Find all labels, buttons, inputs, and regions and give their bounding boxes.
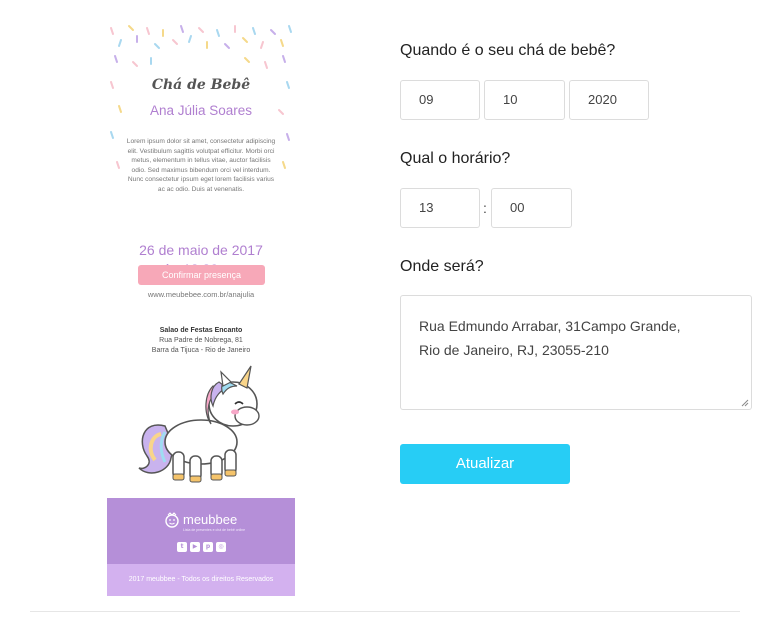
venue-area: Barra da Tijuca - Rio de Janeiro xyxy=(151,347,251,354)
invitation-venue: Salao de Festas Encanto Rua Padre de Nob… xyxy=(107,326,295,356)
day-input[interactable]: 09 xyxy=(400,80,480,120)
minute-input[interactable]: 00 xyxy=(491,188,572,228)
invitation-url[interactable]: www.meubebee.com.br/anajulia xyxy=(107,290,295,299)
hour-input[interactable]: 13 xyxy=(400,188,480,228)
address-line-2: Rio de Janeiro, RJ, 23055-210 xyxy=(419,342,609,358)
place-question-label: Onde será? xyxy=(400,258,484,275)
address-line-1: Rua Edmundo Arrabar, 31Campo Grande, xyxy=(419,318,681,334)
invitation-preview: Chá de Bebê Ana Júlia Soares Lorem ipsum… xyxy=(107,22,295,596)
venue-name: Salao de Festas Encanto xyxy=(159,327,243,334)
invitation-body-text: Lorem ipsum dolor sit amet, consectetur … xyxy=(126,138,276,193)
update-button[interactable]: Atualizar xyxy=(400,444,570,484)
meubbee-logo-icon xyxy=(165,512,179,528)
twitter-icon[interactable]: t xyxy=(177,542,187,552)
unicorn-illustration xyxy=(138,365,260,483)
social-icons: t ▶ p ◎ xyxy=(177,542,226,552)
invitation-honoree-name: Ana Júlia Soares xyxy=(149,103,253,118)
pinterest-icon[interactable]: p xyxy=(203,542,213,552)
year-input[interactable]: 2020 xyxy=(569,80,649,120)
venue-street: Rua Padre de Nobrega, 81 xyxy=(159,337,243,344)
month-input[interactable]: 10 xyxy=(484,80,565,120)
confirm-attendance-button[interactable]: Confirmar presença xyxy=(138,265,265,285)
footer-brand: meubbee xyxy=(183,512,238,527)
invitation-footer: meubbee Lista de presentes e chá de bebê… xyxy=(107,498,295,596)
instagram-icon[interactable]: ◎ xyxy=(216,542,226,552)
footer-copyright: 2017 meubbee - Todos os direitos Reserva… xyxy=(107,564,295,596)
time-separator: : xyxy=(483,200,487,216)
invitation-date: 26 de maio de 2017 xyxy=(139,242,263,258)
time-question-label: Qual o horário? xyxy=(400,150,511,167)
footer-tagline: Lista de presentes e chá de bebê online xyxy=(183,528,246,532)
invitation-script-title: Chá de Bebê xyxy=(151,77,251,93)
date-question-label: Quando é o seu chá de bebê? xyxy=(400,42,616,59)
address-textarea[interactable]: Rua Edmundo Arrabar, 31Campo Grande, Rio… xyxy=(400,295,752,410)
page-divider xyxy=(30,611,740,612)
youtube-icon[interactable]: ▶ xyxy=(190,542,200,552)
resize-handle-icon[interactable] xyxy=(741,399,749,407)
